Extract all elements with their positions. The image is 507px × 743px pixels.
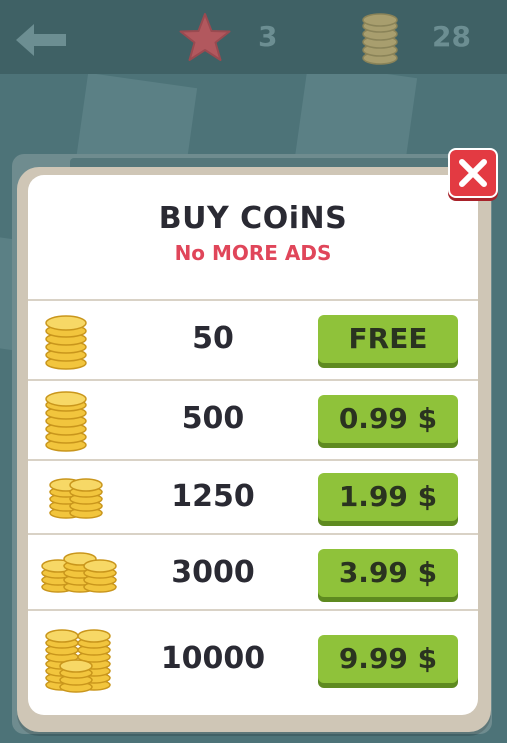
coin-pack-row: 1250 1.99 $: [28, 459, 478, 535]
price-button[interactable]: 1.99 $: [318, 473, 458, 521]
coin-pack-row: 500 0.99 $: [28, 379, 478, 461]
coin-pack-row: 10000 9.99 $: [28, 609, 478, 715]
popup-subtitle: No MORE ADS: [174, 241, 332, 265]
close-button[interactable]: [448, 148, 498, 198]
coin-stack-icon: [360, 12, 400, 66]
close-icon: [459, 159, 487, 187]
coin-pile-large-icon: [38, 623, 118, 699]
star-count: 3: [258, 20, 278, 53]
popup-title: BUY COiNS: [158, 201, 348, 236]
coin-pack-row: 50 FREE: [28, 299, 478, 381]
price-button[interactable]: 0.99 $: [318, 395, 458, 443]
top-bar: 3 28: [0, 0, 507, 74]
star-icon: [178, 12, 232, 64]
back-arrow-icon[interactable]: [12, 22, 70, 58]
price-button[interactable]: FREE: [318, 315, 458, 363]
coin-amount: 10000: [160, 641, 266, 676]
coin-stacks-three-icon: [38, 547, 118, 601]
coin-amount: 500: [181, 401, 245, 436]
buy-coins-popup: BUY COiNS No MORE ADS 50 FREE 500 0.99 $…: [28, 175, 478, 715]
coin-stacks-two-icon: [38, 473, 108, 525]
price-button[interactable]: 9.99 $: [318, 635, 458, 683]
coin-amount: 1250: [171, 479, 255, 514]
coin-amount: 3000: [171, 555, 255, 590]
coin-amount: 50: [192, 321, 234, 356]
price-button[interactable]: 3.99 $: [318, 549, 458, 597]
coin-count: 28: [432, 20, 471, 53]
coin-pack-row: 3000 3.99 $: [28, 533, 478, 611]
coin-stack-medium-icon: [38, 389, 98, 459]
coin-stack-small-icon: [38, 311, 98, 377]
